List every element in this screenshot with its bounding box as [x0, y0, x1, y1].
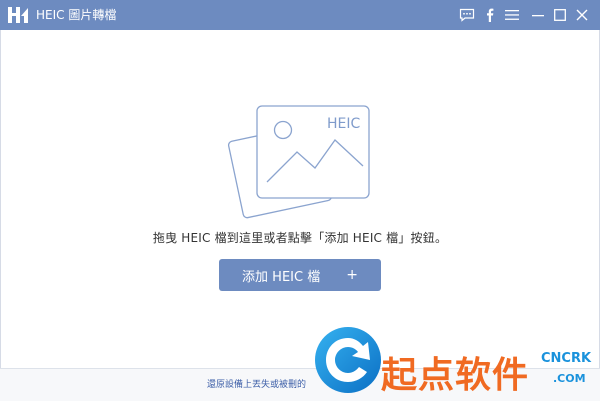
illustration-label: HEIC	[327, 116, 361, 132]
maximize-icon[interactable]	[551, 6, 569, 24]
plus-icon: +	[346, 267, 358, 283]
watermark-brand-text: 起点软件	[381, 355, 530, 396]
title-bar: HEIC 圖片轉檔	[0, 0, 600, 30]
minimize-icon[interactable]	[529, 6, 547, 24]
drop-hint-text: 拖曳 HEIC 檔到這里或者點擊「添加 HEIC 檔」按鈕。	[152, 231, 448, 245]
watermark-site-top: CNCRK	[541, 351, 592, 366]
image-placeholder-icon: HEIC	[227, 105, 370, 219]
facebook-icon[interactable]	[481, 6, 499, 24]
app-logo-icon	[8, 7, 28, 23]
add-heic-button[interactable]: 添加 HEIC 檔 +	[219, 259, 381, 291]
add-heic-button-label: 添加 HEIC 檔	[242, 269, 321, 285]
watermark-site-bottom: .COM	[553, 372, 586, 385]
chat-icon[interactable]	[458, 6, 476, 24]
close-icon[interactable]	[573, 6, 591, 24]
recover-data-link[interactable]: 還原設備上丟失或被刪的	[207, 377, 306, 390]
window-title: HEIC 圖片轉檔	[36, 8, 117, 22]
menu-icon[interactable]	[503, 6, 521, 24]
